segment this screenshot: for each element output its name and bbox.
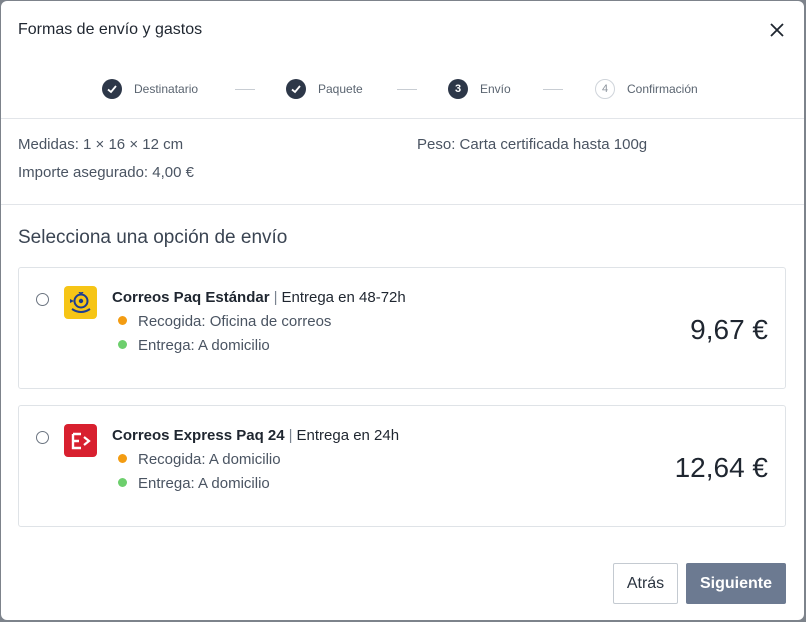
step-connector — [235, 89, 255, 90]
option-price: 9,67 € — [690, 314, 768, 345]
next-button[interactable]: Siguiente — [686, 563, 786, 604]
shipping-option-correos-express-paq-24[interactable]: Correos Express Paq 24 | Entrega en 24h Re… — [18, 405, 786, 527]
step-connector — [543, 89, 563, 90]
package-weight: Peso: Carta certificada hasta 100g — [417, 136, 648, 153]
step-label: Destinatario — [134, 82, 199, 96]
modal-header: Formas de envío y gastos — [1, 1, 804, 61]
option-separator: | — [273, 289, 278, 306]
stepper: Destinatario Paquete 3 Envío 4 Confirmac… — [1, 77, 804, 101]
option-delivery: Entrega: A domicilio — [118, 475, 270, 492]
check-icon — [286, 79, 306, 99]
package-insured: Importe asegurado: 4,00 € — [18, 164, 194, 181]
option-delivery-time: Entrega en 48-72h — [281, 289, 406, 306]
option-radio[interactable] — [36, 431, 49, 444]
check-icon — [102, 79, 122, 99]
step-confirmacion: 4 Confirmación — [595, 77, 698, 101]
option-radio[interactable] — [36, 293, 49, 306]
step-connector — [397, 89, 417, 90]
divider — [1, 204, 804, 205]
option-delivery-text: Entrega: A domicilio — [138, 337, 270, 354]
delivery-dot-icon — [118, 478, 127, 487]
step-paquete: Paquete — [286, 77, 363, 101]
correos-post-horn-icon — [64, 286, 97, 319]
step-destinatario: Destinatario — [102, 77, 198, 101]
close-icon[interactable] — [767, 20, 787, 40]
step-label: Paquete — [318, 82, 363, 96]
step-label: Envío — [480, 82, 511, 96]
package-measures: Medidas: 1 × 16 × 12 cm — [18, 136, 184, 153]
delivery-dot-icon — [118, 340, 127, 349]
option-name: Correos Paq Estándar — [112, 289, 270, 306]
option-separator: | — [288, 427, 293, 444]
option-title: Correos Express Paq 24 | Entrega en 24h — [112, 427, 399, 444]
step-label: Confirmación — [627, 82, 698, 96]
option-pickup: Recogida: A domicilio — [118, 451, 281, 468]
option-pickup-text: Recogida: Oficina de correos — [138, 313, 332, 330]
step-number: 4 — [595, 79, 615, 99]
pickup-dot-icon — [118, 316, 127, 325]
correos-express-logo-icon — [64, 424, 97, 457]
option-price: 12,64 € — [674, 452, 768, 483]
shipping-modal: Formas de envío y gastos Destinatario Pa… — [1, 1, 804, 620]
divider — [1, 118, 804, 119]
step-envio: 3 Envío — [448, 77, 511, 101]
back-button[interactable]: Atrás — [613, 563, 678, 604]
modal-title: Formas de envío y gastos — [18, 21, 203, 38]
option-pickup-text: Recogida: A domicilio — [138, 451, 281, 468]
option-name: Correos Express Paq 24 — [112, 427, 285, 444]
option-pickup: Recogida: Oficina de correos — [118, 313, 331, 330]
shipping-option-correos-paq-estandar[interactable]: Correos Paq Estándar | Entrega en 48-72h R… — [18, 267, 786, 389]
option-title: Correos Paq Estándar | Entrega en 48-72h — [112, 289, 406, 306]
option-delivery: Entrega: A domicilio — [118, 337, 270, 354]
pickup-dot-icon — [118, 454, 127, 463]
section-title: Selecciona una opción de envío — [18, 227, 288, 248]
option-delivery-text: Entrega: A domicilio — [138, 475, 270, 492]
step-number: 3 — [448, 79, 468, 99]
option-delivery-time: Entrega en 24h — [296, 427, 400, 444]
